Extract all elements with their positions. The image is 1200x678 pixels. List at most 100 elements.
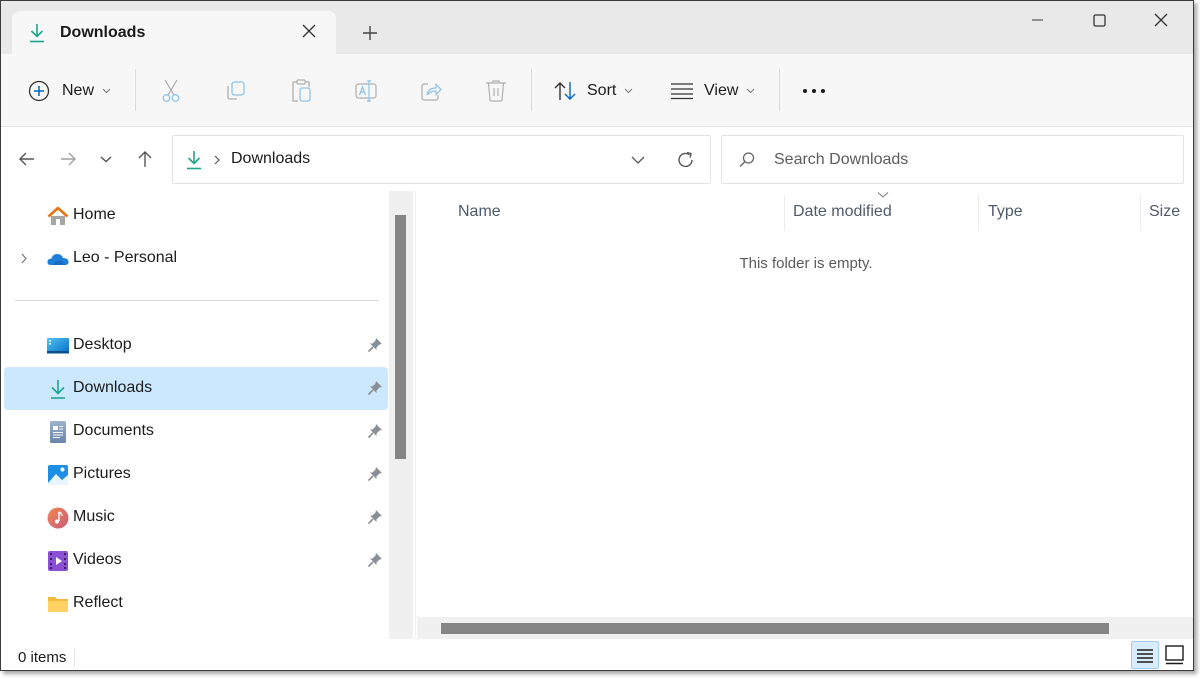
chevron-down-icon [747, 88, 755, 93]
nav-divider [15, 300, 379, 301]
details-view-icon [1137, 649, 1153, 663]
address-row: Downloads [1, 128, 1193, 190]
nav-item-music[interactable]: Music [4, 496, 388, 539]
nav-label: Downloads [73, 379, 153, 396]
rename-icon[interactable] [354, 78, 378, 104]
nav-item-home[interactable]: Home [4, 194, 388, 237]
item-count: 0 items [18, 649, 67, 666]
column-divider[interactable] [784, 195, 785, 231]
column-divider[interactable] [1140, 195, 1141, 231]
close-tab-icon[interactable] [300, 22, 318, 40]
column-header-date-modified[interactable]: Date modified [793, 203, 892, 221]
nav-item-reflect[interactable]: Reflect [4, 582, 388, 625]
onedrive-cloud-icon [47, 253, 69, 265]
content-horizontal-scrollbar[interactable] [417, 617, 1193, 639]
plus-circle-icon [28, 80, 50, 101]
search-icon [739, 152, 755, 167]
navigation-pane: Home Leo - Personal Desktop Downloads Do… [1, 191, 389, 639]
nav-label: Leo - Personal [73, 249, 178, 266]
pin-icon[interactable] [367, 509, 383, 525]
command-bar: New Sort View [1, 54, 1193, 127]
nav-item-desktop[interactable]: Desktop [4, 324, 388, 367]
more-options-icon[interactable] [801, 78, 827, 104]
nav-label: Documents [73, 422, 154, 439]
scrollbar-thumb[interactable] [441, 623, 1109, 634]
new-button[interactable]: New [28, 54, 111, 127]
sort-descending-icon [877, 192, 889, 198]
tiles-view-button[interactable] [1161, 641, 1189, 669]
pin-icon[interactable] [367, 552, 383, 568]
back-icon[interactable] [17, 149, 37, 169]
chevron-down-icon[interactable] [630, 154, 646, 166]
music-icon [47, 507, 69, 529]
documents-icon [50, 421, 66, 443]
pin-icon[interactable] [367, 337, 383, 353]
share-icon[interactable] [419, 78, 443, 104]
toolbar-divider [779, 69, 780, 111]
delete-icon[interactable] [484, 78, 508, 104]
column-header-type[interactable]: Type [988, 203, 1023, 221]
tab-title: Downloads [60, 24, 146, 41]
nav-item-videos[interactable]: Videos [4, 539, 388, 582]
nav-label: Music [73, 508, 115, 525]
nav-label: Desktop [73, 336, 132, 353]
view-button[interactable]: View [670, 54, 755, 127]
copy-icon[interactable] [224, 78, 248, 104]
tab-downloads[interactable]: Downloads [12, 11, 336, 55]
address-bar[interactable]: Downloads [172, 135, 711, 184]
pin-icon[interactable] [367, 380, 383, 396]
nav-item-downloads[interactable]: Downloads [4, 367, 388, 410]
title-bar: Downloads [1, 1, 1193, 55]
new-label: New [62, 81, 95, 99]
recent-locations-chevron-icon[interactable] [96, 149, 116, 169]
videos-icon [48, 551, 68, 571]
pin-icon[interactable] [367, 423, 383, 439]
up-icon[interactable] [135, 149, 155, 169]
pin-icon[interactable] [367, 466, 383, 482]
empty-folder-message: This folder is empty. [739, 255, 873, 272]
download-icon [30, 24, 44, 43]
home-icon [47, 206, 69, 225]
nav-label: Videos [73, 551, 122, 568]
sort-icon [554, 81, 576, 100]
chevron-down-icon [624, 88, 633, 93]
forward-icon[interactable] [58, 149, 78, 169]
new-tab-icon[interactable] [360, 23, 380, 43]
nav-vertical-scrollbar[interactable] [389, 191, 413, 639]
sort-button[interactable]: Sort [553, 54, 633, 127]
breadcrumb-downloads[interactable]: Downloads [231, 150, 310, 168]
column-header-name[interactable]: Name [458, 203, 501, 221]
search-input[interactable] [774, 148, 1164, 172]
refresh-icon[interactable] [676, 150, 696, 170]
status-bar: 0 items [1, 639, 1193, 670]
pictures-icon [48, 465, 68, 485]
status-divider [74, 649, 75, 667]
file-explorer-window: Downloads New Sort View Downloads Search… [0, 0, 1194, 671]
search-box[interactable] [721, 135, 1184, 184]
chevron-right-icon[interactable] [213, 154, 221, 166]
chevron-right-icon[interactable] [20, 252, 28, 265]
view-label: View [704, 81, 739, 99]
view-list-icon [671, 82, 693, 99]
minimize-icon[interactable] [1014, 9, 1060, 33]
cut-icon[interactable] [159, 78, 183, 104]
chevron-down-icon [102, 88, 111, 93]
nav-item-pictures[interactable]: Pictures [4, 453, 388, 496]
file-list: Name Date modified Type Size This folder… [415, 191, 1193, 639]
close-window-icon[interactable] [1138, 9, 1184, 33]
nav-label: Home [73, 206, 116, 223]
toolbar-divider [531, 69, 532, 111]
download-icon [187, 151, 201, 170]
tiles-view-icon [1165, 645, 1184, 665]
folder-icon [48, 597, 68, 612]
paste-icon[interactable] [289, 78, 313, 104]
details-view-button[interactable] [1131, 641, 1159, 669]
nav-label: Pictures [73, 465, 131, 482]
download-icon [51, 380, 65, 399]
column-header-size[interactable]: Size [1149, 203, 1180, 221]
nav-item-onedrive[interactable]: Leo - Personal [4, 237, 388, 280]
scrollbar-thumb[interactable] [395, 215, 406, 459]
maximize-icon[interactable] [1076, 9, 1122, 33]
column-divider[interactable] [978, 195, 979, 231]
nav-item-documents[interactable]: Documents [4, 410, 388, 453]
